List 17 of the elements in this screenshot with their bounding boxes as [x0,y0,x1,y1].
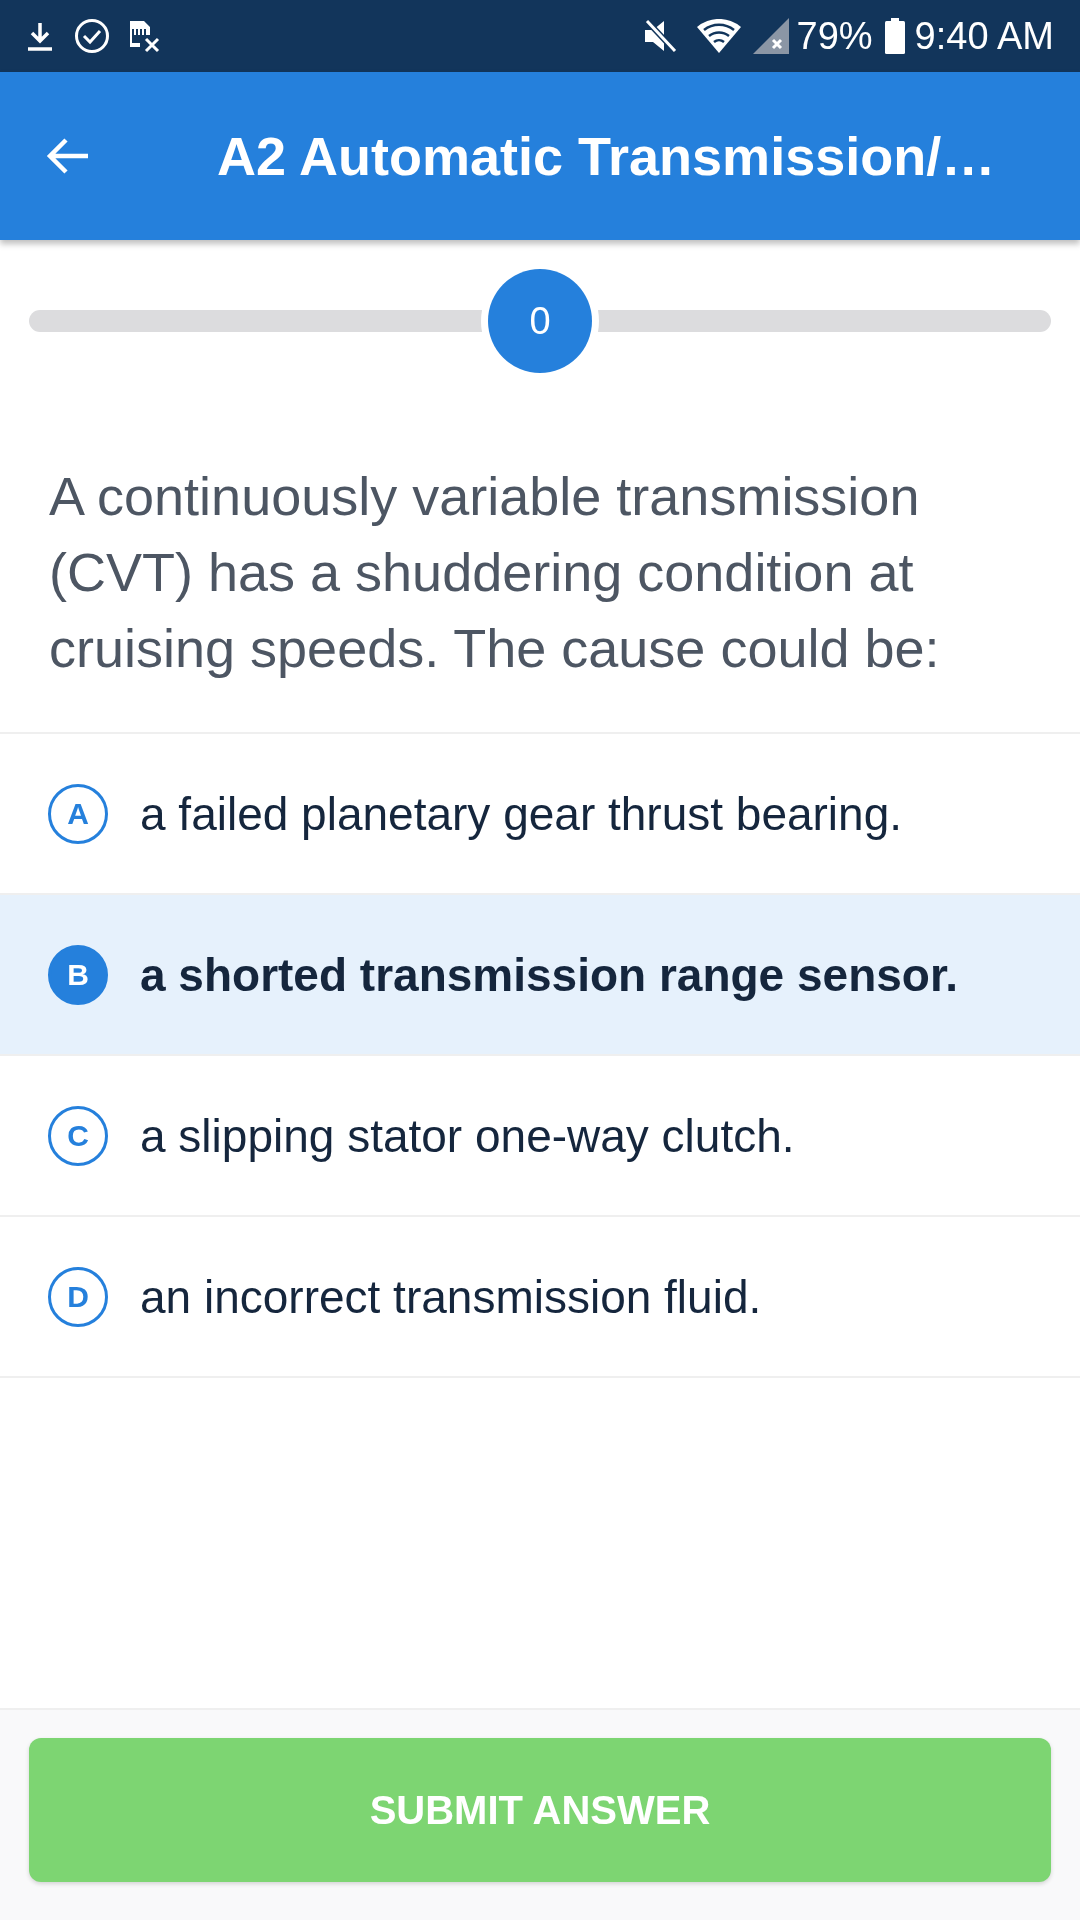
answer-option[interactable]: B a shorted transmission range sensor. [0,895,1080,1056]
back-arrow-icon [46,137,90,175]
check-circle-icon [74,18,110,54]
option-text: an incorrect transmission fluid. [140,1273,762,1320]
option-letter-icon: C [48,1105,108,1166]
option-letter-icon: A [48,783,108,844]
wifi-icon [696,19,741,53]
download-icon [26,21,54,51]
option-letter-icon: D [48,1266,108,1327]
battery-icon [884,18,905,54]
app-bar-title: A2 Automatic Transmission/… [217,129,996,183]
sim-card-x-icon [128,19,162,53]
battery-percentage: 79% [796,17,873,55]
signal-icon [752,18,789,54]
option-letter-icon: B [48,944,108,1005]
question-text: A continuously variable transmission (CVT) has a shuddering condition at cruising speeds. The cause could be: [48,465,941,680]
clock-time: 9:40 AM [914,17,1054,55]
